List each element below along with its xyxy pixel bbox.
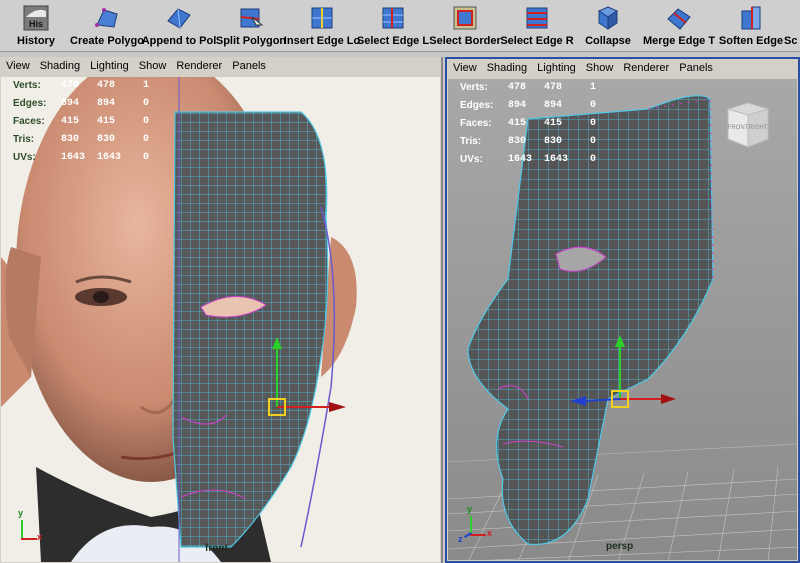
hud-row-edges: Edges: 894 894 0 — [13, 98, 150, 109]
menu-shading[interactable]: Shading — [40, 60, 80, 72]
camera-label: persp — [606, 541, 634, 552]
shelf-label: Soften Edge — [718, 35, 784, 47]
view-cube-right-label: RIGHT — [749, 125, 768, 131]
front-view-panel[interactable]: View Shading Lighting Show Renderer Pane… — [0, 57, 443, 563]
menu-lighting[interactable]: Lighting — [537, 62, 576, 74]
history-icon: His — [23, 5, 49, 31]
panel-menubar: View Shading Lighting Show Renderer Pane… — [447, 62, 798, 78]
shelf-label: Sc — [784, 35, 798, 47]
hud-row-verts: Verts: 478 478 1 — [460, 82, 597, 93]
axis-x-label: x — [37, 532, 43, 542]
create-polygon-icon — [95, 8, 118, 28]
shelf-select-edge-ring-button[interactable]: Select Edge R — [500, 0, 574, 52]
hud-row-tris: Tris: 830 830 0 — [460, 136, 597, 147]
axis-y-label: y — [467, 504, 473, 514]
collapse-icon — [597, 6, 619, 30]
hud-row-verts: Verts: 478 478 1 — [13, 80, 150, 91]
front-viewport[interactable]: Verts: 478 478 1 Edges: 894 894 0 Faces: 415 415… — [1, 77, 440, 562]
merge-edge-icon — [667, 8, 691, 30]
view-axis-indicator: y x — [15, 508, 45, 548]
menu-shading[interactable]: Shading — [487, 62, 527, 74]
split-polygon-icon — [240, 8, 264, 28]
menu-renderer[interactable]: Renderer — [176, 60, 222, 72]
menu-show[interactable]: Show — [586, 62, 614, 74]
view-cube-front-label: FRONT — [728, 125, 749, 131]
select-edge-ring-icon — [526, 7, 548, 29]
view-cube[interactable]: FRONT RIGHT — [726, 102, 770, 148]
select-edge-loop-icon — [382, 7, 404, 29]
shelf-scale-button[interactable]: Sc — [784, 0, 800, 52]
hud-row-tris: Tris: 830 830 0 — [13, 134, 150, 145]
persp-view-panel[interactable]: View Shading Lighting Show Renderer Pane… — [445, 57, 800, 563]
panel-menubar: View Shading Lighting Show Renderer Pane… — [0, 60, 441, 76]
shelf-split-polygon-button[interactable]: Split Polygon — [215, 0, 287, 52]
shelf-append-polygon-button[interactable]: Append to Pol — [142, 0, 216, 52]
shelf-collapse-button[interactable]: Collapse — [572, 0, 644, 52]
menu-view[interactable]: View — [453, 62, 477, 74]
polygon-shelf: His History Create Polygo Append to Pol … — [0, 0, 800, 52]
menu-panels[interactable]: Panels — [232, 60, 266, 72]
menu-renderer[interactable]: Renderer — [623, 62, 669, 74]
shelf-select-edge-loop-button[interactable]: Select Edge L — [357, 0, 429, 52]
select-border-icon — [453, 6, 477, 30]
menu-view[interactable]: View — [6, 60, 30, 72]
view-axis-indicator: y x z — [458, 504, 496, 546]
poly-count-hud: Verts: 478 478 1 Edges: 894 894 0 Faces: 415 415… — [13, 80, 173, 170]
axis-z-label: z — [458, 534, 463, 544]
shelf-create-polygon-button[interactable]: Create Polygo — [70, 0, 144, 52]
append-polygon-icon — [167, 8, 191, 29]
axis-y-label: y — [18, 508, 24, 518]
shelf-soften-edge-button[interactable]: Soften Edge — [715, 0, 787, 52]
menu-show[interactable]: Show — [139, 60, 167, 72]
hud-row-faces: Faces: 415 415 0 — [460, 118, 597, 129]
hud-row-faces: Faces: 415 415 0 — [13, 116, 150, 127]
shelf-merge-edge-button[interactable]: Merge Edge T — [643, 0, 715, 52]
poly-count-hud: Verts: 478 478 1 Edges: 894 894 0 Faces: 415 415… — [460, 82, 620, 172]
shelf-insert-edge-loop-button[interactable]: Insert Edge Lo — [284, 0, 360, 52]
front-polygon-mesh — [172, 77, 336, 562]
insert-edge-loop-icon — [311, 7, 333, 29]
persp-viewport[interactable]: FRONT RIGHT Verts: 478 478 1 Edges: 894 894 0 … — [448, 79, 797, 560]
camera-label: front — [205, 543, 228, 554]
axis-x-label: x — [487, 528, 493, 538]
shelf-select-border-button[interactable]: Select Border — [429, 0, 501, 52]
menu-panels[interactable]: Panels — [679, 62, 713, 74]
shelf-history-button[interactable]: His History — [0, 0, 72, 52]
hud-row-uvs: UVs: 1643 1643 0 — [460, 154, 597, 165]
hud-row-edges: Edges: 894 894 0 — [460, 100, 597, 111]
history-badge: His — [29, 19, 43, 29]
hud-row-uvs: UVs: 1643 1643 0 — [13, 152, 150, 163]
menu-lighting[interactable]: Lighting — [90, 60, 129, 72]
soften-edge-icon — [741, 6, 761, 30]
